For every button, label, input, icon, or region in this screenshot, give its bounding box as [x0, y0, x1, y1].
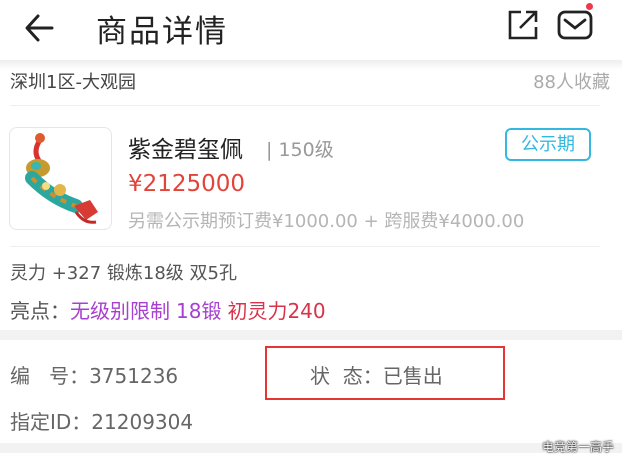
divider: [10, 105, 600, 106]
item-attributes: 灵力 +327 锻炼18级 双5孔: [10, 263, 237, 284]
seller-location: 深圳1区-大观园: [10, 72, 136, 93]
section-gap: [0, 330, 622, 340]
item-price: ¥2125000: [128, 171, 246, 197]
highlights-label: 亮点：: [10, 299, 70, 323]
item-name: 紫金碧玺佩: [128, 137, 243, 163]
fee-note: 另需公示期预订费¥1000.00 + 跨服费¥4000.00: [128, 211, 525, 232]
section-gap: [0, 443, 622, 453]
mail-icon[interactable]: [556, 6, 596, 42]
top-bar: 商品详情: [0, 0, 622, 60]
highlight-tag: 无级别限制: [70, 299, 170, 323]
item-number: 编 号：3751236: [10, 364, 179, 388]
highlight-tag: 18锻: [176, 299, 222, 323]
divider: [10, 246, 600, 247]
jade-pendant-icon: [25, 133, 98, 224]
item-level: | 150级: [266, 139, 334, 161]
favorites-count: 88人收藏: [533, 72, 610, 93]
notification-dot: [586, 3, 593, 10]
highlight-tag: 初灵力240: [227, 299, 326, 323]
item-image[interactable]: [9, 127, 112, 230]
page-title: 商品详情: [96, 14, 228, 50]
status-badge: 公示期: [505, 128, 591, 161]
annotation-box: [265, 346, 505, 400]
watermark: 电竞第一高手: [541, 440, 614, 454]
back-arrow-icon[interactable]: [22, 8, 62, 48]
highlights-row: 亮点：无级别限制 18锻 初灵力240: [10, 295, 326, 324]
share-icon[interactable]: [506, 8, 540, 42]
trade-id: 指定ID：21209304: [10, 410, 194, 434]
